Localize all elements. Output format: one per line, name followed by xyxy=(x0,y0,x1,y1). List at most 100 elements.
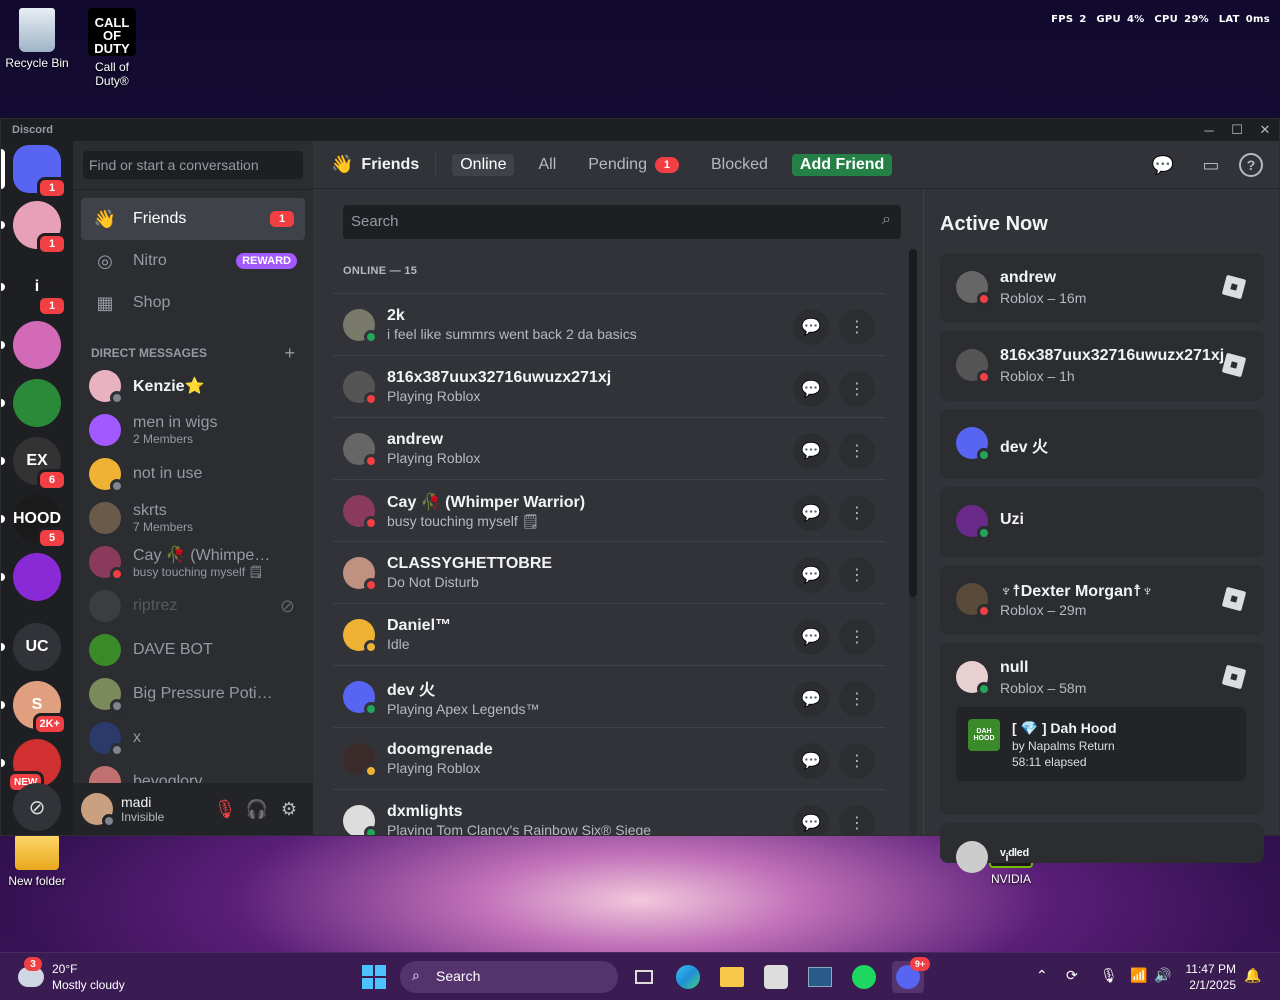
discord-taskbar-icon[interactable]: 9+ xyxy=(892,957,930,993)
friend-row[interactable]: dev 火 Playing Apex Legends™ 💬 ⋮ xyxy=(333,665,885,727)
dm-item[interactable]: riptrez ⊘ xyxy=(81,584,305,628)
active-now-card[interactable]: 816x387uux32716uwuzx271xj Roblox – 1h xyxy=(940,331,1264,401)
headphones-icon[interactable]: 🎧 xyxy=(241,793,273,825)
server-icon-dm-avatar[interactable]: 1 xyxy=(13,201,67,255)
nav-shop[interactable]: ▦ Shop xyxy=(81,282,305,324)
dm-item[interactable]: Cay 🥀 (Whimper Warr...busy touching myse… xyxy=(81,540,305,584)
dm-item[interactable]: men in wigs 2 Members xyxy=(81,408,305,452)
message-button[interactable]: 💬 xyxy=(793,433,829,469)
edge-browser-icon[interactable] xyxy=(672,961,704,993)
tab-blocked[interactable]: Blocked xyxy=(703,154,776,176)
desktop-icon-recycle-bin[interactable]: Recycle Bin xyxy=(0,8,74,70)
server-icon-home[interactable]: 1 xyxy=(13,145,67,199)
weather-widget[interactable]: 3 20°F Mostly cloudy xyxy=(18,957,125,993)
settings-gear-icon[interactable]: ⚙ xyxy=(273,793,305,825)
active-now-card[interactable]: Uzi xyxy=(940,487,1264,557)
server-icon-server-hood[interactable]: HOOD 5 xyxy=(13,495,67,549)
show-hidden-icons-chevron-icon[interactable]: ⌃ xyxy=(1036,967,1048,984)
friend-activity: Idle xyxy=(387,636,410,652)
message-button[interactable]: 💬 xyxy=(793,681,829,717)
desktop-icon-new-folder[interactable]: New folder xyxy=(0,828,74,888)
inbox-icon[interactable]: ▭ xyxy=(1199,153,1223,177)
microphone-icon[interactable]: 🎙 xyxy=(1100,967,1118,984)
task-manager-icon[interactable] xyxy=(804,961,836,993)
more-options-button[interactable]: ⋮ xyxy=(839,619,875,655)
discover-compass-icon[interactable]: ⊘ xyxy=(13,783,61,831)
new-group-dm-icon[interactable]: 💬 xyxy=(1151,153,1175,177)
dm-item[interactable]: Kenzie⭐ xyxy=(81,364,305,408)
active-now-card[interactable]: dev 火 xyxy=(940,409,1264,479)
create-dm-button[interactable]: + xyxy=(284,343,295,364)
active-now-card[interactable]: andrew Roblox – 16m xyxy=(940,253,1264,323)
tab-online[interactable]: Online xyxy=(452,153,515,176)
message-button[interactable]: 💬 xyxy=(793,495,829,531)
more-options-button[interactable]: ⋮ xyxy=(839,309,875,345)
active-now-card[interactable]: ᵛᵢᵈˡᵉᵈ xyxy=(940,823,1264,873)
task-view-icon[interactable] xyxy=(628,961,660,993)
message-button[interactable]: 💬 xyxy=(793,619,829,655)
nav-nitro[interactable]: ◎ Nitro REWARD xyxy=(81,240,305,282)
friend-list-scroll-thumb[interactable] xyxy=(909,249,917,597)
dm-item[interactable]: skrts 7 Members xyxy=(81,496,305,540)
message-button[interactable]: 💬 xyxy=(793,557,829,593)
wifi-icon[interactable]: 📶 xyxy=(1130,967,1147,984)
tab-pending[interactable]: Pending 1 xyxy=(580,154,687,176)
friends-search-input[interactable]: Search ⌕ xyxy=(343,205,901,239)
server-icon-server-purple[interactable] xyxy=(13,553,61,601)
dm-item[interactable]: x xyxy=(81,716,305,760)
maximize-button[interactable]: ☐ xyxy=(1223,119,1251,141)
friend-row[interactable]: andrew Playing Roblox 💬 ⋮ xyxy=(333,417,885,479)
activity-detail-card[interactable]: DAH HOOD [ 💎 ] Dah Hood by Napalms Return 5… xyxy=(956,707,1246,781)
server-icon-server-ex[interactable]: EX 6 xyxy=(13,437,67,491)
add-friend-button[interactable]: Add Friend xyxy=(791,153,893,176)
server-icon-server-uc[interactable]: UC xyxy=(13,623,61,671)
server-icon-server-s[interactable]: S 2K+ xyxy=(13,681,67,735)
file-explorer-icon[interactable] xyxy=(716,961,748,993)
mute-button[interactable]: 🎙 xyxy=(209,793,241,825)
more-options-button[interactable]: ⋮ xyxy=(839,681,875,717)
dm-item[interactable]: beyoglory xyxy=(81,760,305,784)
friend-row[interactable]: 816x387uux32716uwuzx271xj Playing Roblox 💬… xyxy=(333,355,885,417)
server-icon-server-i[interactable]: i1 xyxy=(13,263,67,317)
find-conversation-input[interactable]: Find or start a conversation xyxy=(83,151,303,179)
server-icon-server-money[interactable] xyxy=(13,379,61,427)
taskbar-search[interactable]: ⌕ Search xyxy=(400,961,618,993)
help-icon[interactable]: ? xyxy=(1239,153,1263,177)
friend-row[interactable]: dxmlights Playing Tom Clancy's Rainbow Si… xyxy=(333,789,885,835)
active-now-card[interactable]: null Roblox – 58m DAH HOOD [ 💎 ] Dah Hood by… xyxy=(940,643,1264,815)
close-button[interactable]: ✕ xyxy=(1251,119,1279,141)
more-options-button[interactable]: ⋮ xyxy=(839,557,875,593)
tab-all[interactable]: All xyxy=(530,154,564,176)
friend-row[interactable]: CLASSYGHETTOBRE Do Not Disturb 💬 ⋮ xyxy=(333,541,885,603)
desktop-icon-call-of-duty[interactable]: CALL OF DUTY Call of Duty® xyxy=(75,8,149,88)
app-icon[interactable] xyxy=(760,961,792,993)
more-options-button[interactable]: ⋮ xyxy=(839,805,875,835)
dm-item[interactable]: DAVE BOT xyxy=(81,628,305,672)
minimize-button[interactable]: ─ xyxy=(1195,119,1223,141)
friend-row[interactable]: Cay 🥀 (Whimper Warrior) busy touching mys… xyxy=(333,479,885,541)
friend-row[interactable]: Daniel™ Idle 💬 ⋮ xyxy=(333,603,885,665)
spotify-icon[interactable] xyxy=(848,961,880,993)
nav-friends[interactable]: 👋 Friends 1 xyxy=(81,198,305,240)
more-options-button[interactable]: ⋮ xyxy=(839,495,875,531)
dm-item[interactable]: not in use xyxy=(81,452,305,496)
message-button[interactable]: 💬 xyxy=(793,743,829,779)
more-options-button[interactable]: ⋮ xyxy=(839,433,875,469)
more-options-button[interactable]: ⋮ xyxy=(839,743,875,779)
dm-item[interactable]: Big Pressure Potions xyxy=(81,672,305,716)
notification-bell-icon[interactable]: 🔔 xyxy=(1244,967,1261,984)
server-icon-server-pink[interactable] xyxy=(13,321,61,369)
start-button[interactable] xyxy=(358,961,390,993)
friend-row[interactable]: doomgrenade Playing Roblox 💬 ⋮ xyxy=(333,727,885,789)
message-button[interactable]: 💬 xyxy=(793,371,829,407)
sync-icon[interactable]: ⟳ xyxy=(1066,967,1078,984)
user-avatar[interactable] xyxy=(81,793,116,828)
taskbar-clock[interactable]: 11:47 PM 2/1/2025 xyxy=(1186,961,1236,993)
server-icon-server-new[interactable]: NEW xyxy=(7,739,61,793)
friend-row[interactable]: 2k i feel like summrs went back 2 da basi… xyxy=(333,293,885,355)
more-options-button[interactable]: ⋮ xyxy=(839,371,875,407)
message-button[interactable]: 💬 xyxy=(793,309,829,345)
active-now-card[interactable]: ♆☨Dexter Morgan☨♆ Roblox – 29m xyxy=(940,565,1264,635)
message-button[interactable]: 💬 xyxy=(793,805,829,835)
volume-icon[interactable]: 🔊 xyxy=(1154,967,1171,984)
